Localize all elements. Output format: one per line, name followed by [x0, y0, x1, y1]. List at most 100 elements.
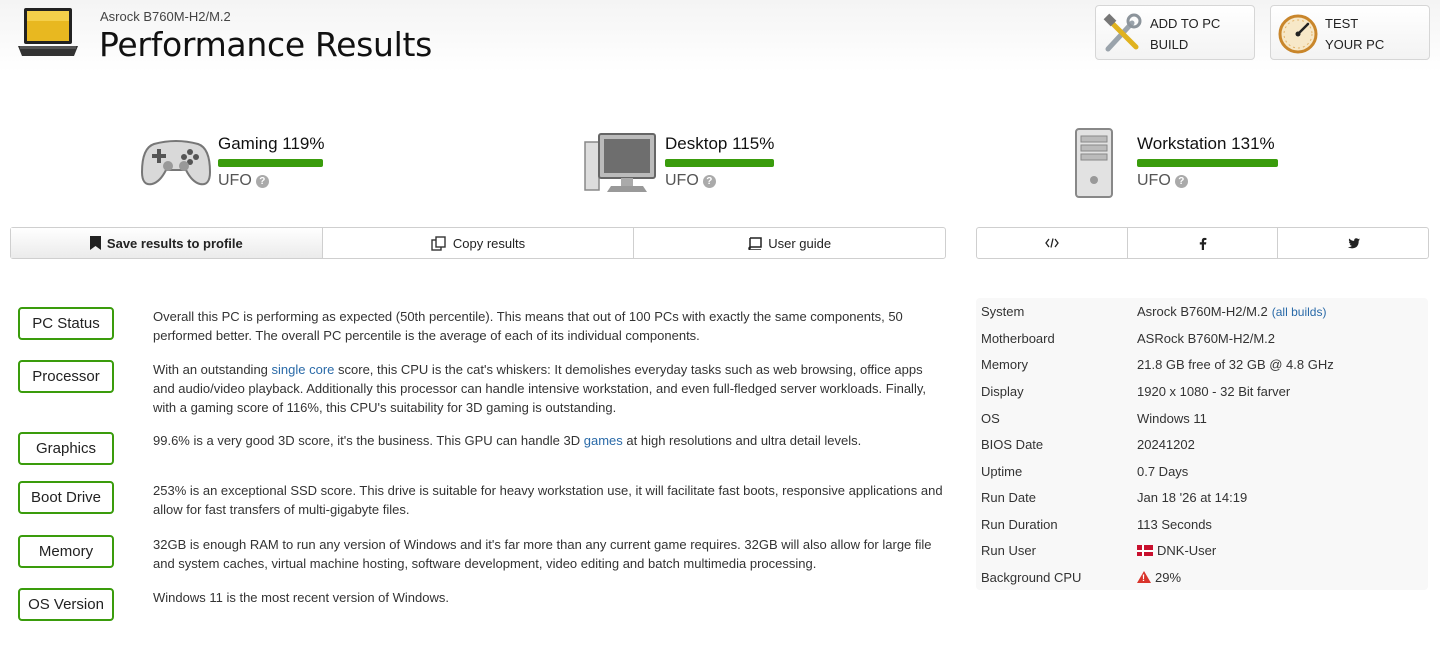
desktop-rating-text: UFO: [665, 172, 699, 189]
spec-key: Run User: [981, 543, 1036, 558]
spec-run-date: Run Date Jan 18 '26 at 14:19: [981, 490, 1421, 508]
spec-value: Windows 11: [1137, 411, 1207, 426]
spec-key: BIOS Date: [981, 437, 1044, 452]
results-action-bar: Save results to profile Copy results Use…: [10, 227, 946, 259]
page-title: Performance Results: [99, 25, 433, 64]
gaming-rating-text: UFO: [218, 172, 252, 189]
desktop-score: Desktop 115% UFO?: [583, 128, 783, 200]
spec-key: Background CPU: [981, 570, 1082, 585]
spec-key: Run Duration: [981, 517, 1058, 532]
add-to-pc-build-button[interactable]: ADD TO PC BUILD: [1095, 5, 1255, 60]
spec-display: Display 1920 x 1080 - 32 Bit farver: [981, 384, 1421, 402]
workstation-score: Workstation 131% UFO?: [1072, 128, 1292, 200]
user-guide-button[interactable]: User guide: [634, 228, 945, 258]
processor-badge[interactable]: Processor: [18, 360, 114, 393]
spec-key: Display: [981, 384, 1024, 399]
test-pc-label-1: TEST: [1325, 16, 1359, 31]
share-bar: [976, 227, 1429, 259]
spec-key: Uptime: [981, 464, 1023, 479]
bookmark-icon: [89, 236, 101, 250]
test-your-pc-button[interactable]: TEST YOUR PC: [1270, 5, 1430, 60]
all-builds-link[interactable]: (all builds): [1272, 305, 1327, 319]
monitor-icon: [584, 133, 656, 192]
help-icon[interactable]: ?: [255, 175, 269, 188]
spec-run-duration: Run Duration 113 Seconds: [981, 517, 1421, 535]
add-to-pc-label-2: BUILD: [1150, 37, 1189, 52]
graphics-text-post: at high resolutions and ultra detail lev…: [622, 433, 862, 448]
boot-drive-description: 253% is an exceptional SSD score. This d…: [153, 483, 943, 517]
help-icon[interactable]: ?: [702, 175, 716, 188]
add-to-pc-label-1: ADD TO PC: [1150, 16, 1221, 31]
background-cpu-value: 29%: [1155, 570, 1182, 585]
spec-motherboard: Motherboard ASRock B760M-H2/M.2: [981, 331, 1421, 349]
spec-value: 0.7 Days: [1137, 464, 1189, 479]
pc-status-badge[interactable]: PC Status: [18, 307, 114, 340]
workstation-score-bar: [1137, 159, 1278, 167]
spec-value: 21.8 GB free of 32 GB @ 4.8 GHz: [1137, 357, 1334, 372]
spec-value: 1920 x 1080 - 32 Bit farver: [1137, 384, 1291, 399]
speedometer-icon: [1278, 14, 1318, 54]
gamepad-icon: [140, 140, 212, 186]
page-subtitle: Asrock B760M-H2/M.2: [100, 9, 231, 24]
desktop-score-bar: [665, 159, 774, 167]
spec-system: System Asrock B760M-H2/M.2 (all builds): [981, 304, 1421, 322]
processor-text-pre: With an outstanding: [153, 362, 272, 377]
spec-key: System: [981, 304, 1025, 319]
spec-value: 20241202: [1137, 437, 1195, 452]
spec-value: ! 29%: [1137, 570, 1181, 585]
desktop-score-title: Desktop 115%: [665, 134, 775, 153]
pc-status-description: Overall this PC is performing as expecte…: [153, 309, 903, 343]
copy-results-label: Copy results: [452, 235, 526, 251]
spec-os: OS Windows 11: [981, 411, 1421, 429]
user-guide-label: User guide: [768, 235, 832, 251]
spec-key: Memory: [981, 357, 1028, 372]
copy-icon: [431, 235, 446, 251]
system-specs-panel: System Asrock B760M-H2/M.2 (all builds) M…: [976, 298, 1428, 590]
single-core-link[interactable]: single core: [272, 362, 335, 377]
workstation-score-label: UFO?: [1137, 172, 1188, 190]
help-icon[interactable]: ?: [1174, 175, 1188, 188]
graphics-description: 99.6% is a very good 3D score, it's the …: [153, 431, 943, 450]
laptop-icon: [18, 8, 78, 56]
workstation-score-title: Workstation 131%: [1137, 134, 1275, 153]
run-user-value: DNK-User: [1157, 543, 1217, 558]
twitter-icon: [1347, 237, 1360, 248]
spec-bios-date: BIOS Date 20241202: [981, 437, 1421, 455]
facebook-icon: [1199, 237, 1206, 250]
server-tower-icon: [1075, 128, 1113, 198]
memory-description: 32GB is enough RAM to run any version of…: [153, 537, 932, 571]
os-version-badge[interactable]: OS Version: [18, 588, 114, 621]
book-icon: [748, 236, 762, 250]
spec-value: Asrock B760M-H2/M.2 (all builds): [1137, 304, 1326, 319]
gaming-score-bar: [218, 159, 323, 167]
embed-button[interactable]: [977, 228, 1128, 258]
graphics-badge[interactable]: Graphics: [18, 432, 114, 465]
save-results-label: Save results to profile: [106, 235, 243, 251]
os-version-description: Windows 11 is the most recent version of…: [153, 590, 449, 605]
spec-value: Jan 18 '26 at 14:19: [1137, 490, 1248, 505]
gaming-score-title: Gaming 119%: [218, 134, 325, 153]
copy-results-button[interactable]: Copy results: [323, 228, 635, 258]
code-icon: [1045, 238, 1059, 248]
spec-value: DNK-User: [1137, 543, 1216, 558]
spec-uptime: Uptime 0.7 Days: [981, 464, 1421, 482]
spec-memory: Memory 21.8 GB free of 32 GB @ 4.8 GHz: [981, 357, 1421, 375]
system-value: Asrock B760M-H2/M.2: [1137, 304, 1268, 319]
workstation-rating-text: UFO: [1137, 172, 1171, 189]
save-results-button[interactable]: Save results to profile: [11, 228, 323, 258]
tools-icon: [1103, 13, 1142, 52]
spec-key: OS: [981, 411, 1000, 426]
warning-icon: !: [1137, 571, 1151, 583]
memory-badge[interactable]: Memory: [18, 535, 114, 568]
spec-key: Run Date: [981, 490, 1036, 505]
spec-key: Motherboard: [981, 331, 1055, 346]
games-link[interactable]: games: [584, 433, 623, 448]
gaming-score: Gaming 119% UFO?: [140, 128, 340, 200]
twitter-share-button[interactable]: [1278, 228, 1428, 258]
test-pc-label-2: YOUR PC: [1325, 37, 1385, 52]
boot-drive-badge[interactable]: Boot Drive: [18, 481, 114, 514]
facebook-share-button[interactable]: [1128, 228, 1279, 258]
desktop-score-label: UFO?: [665, 172, 716, 190]
spec-value: 113 Seconds: [1137, 517, 1212, 532]
denmark-flag-icon: [1137, 545, 1153, 556]
